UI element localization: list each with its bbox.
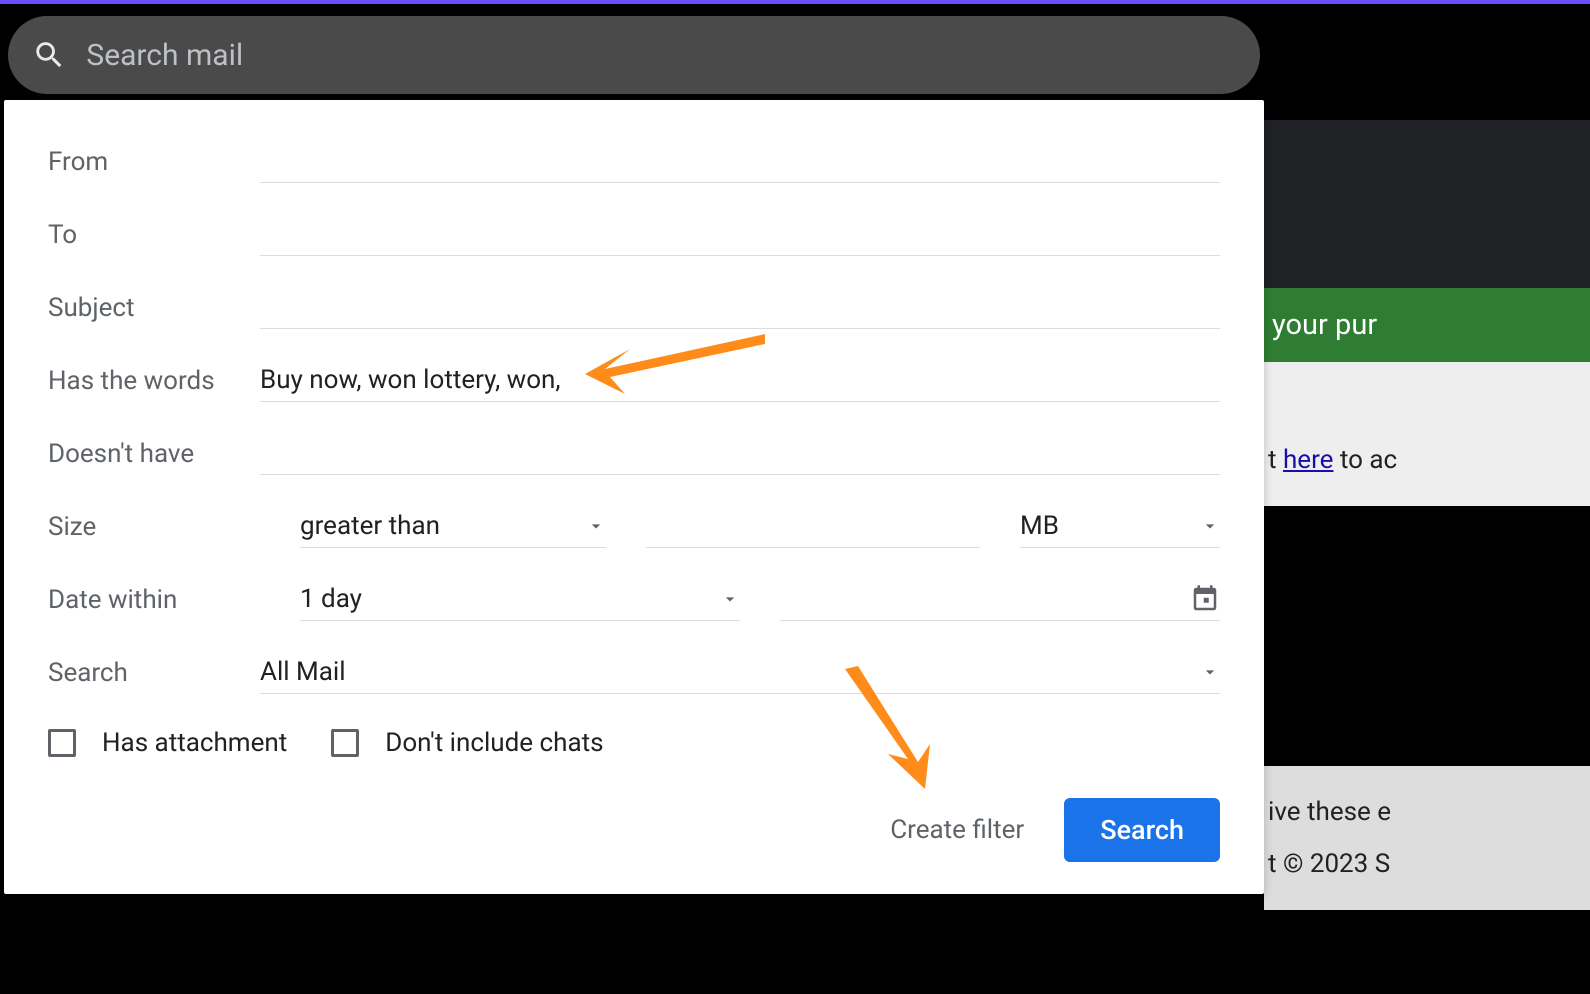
size-unit-value: MB [1020, 505, 1200, 547]
search-input[interactable] [86, 38, 1236, 73]
search-icon [32, 37, 66, 73]
from-label: From [48, 147, 260, 177]
search-button[interactable]: Search [1064, 798, 1220, 862]
search-in-select[interactable]: All Mail [260, 651, 1220, 694]
has-attachment-checkbox[interactable] [48, 729, 76, 757]
size-value-input[interactable] [646, 505, 980, 548]
to-input[interactable] [260, 213, 1220, 256]
subject-input[interactable] [260, 286, 1220, 329]
bg-here-link[interactable]: here [1283, 445, 1333, 475]
has-words-label: Has the words [48, 366, 260, 396]
size-operator-value: greater than [300, 505, 586, 547]
chevron-down-icon [586, 516, 606, 536]
size-label: Size [48, 512, 260, 542]
create-filter-link[interactable]: Create filter [890, 815, 1024, 845]
to-label: To [48, 220, 260, 250]
search-in-label: Search [48, 658, 260, 688]
date-within-label: Date within [48, 585, 260, 615]
search-bar[interactable] [8, 16, 1260, 94]
size-unit-select[interactable]: MB [1020, 505, 1220, 548]
chevron-down-icon [1200, 516, 1220, 536]
date-of-input[interactable] [780, 578, 1220, 621]
doesnt-have-label: Doesn't have [48, 439, 260, 469]
has-attachment-label: Has attachment [102, 728, 287, 758]
advanced-search-panel: From To Subject Has the words Doesn't ha… [4, 100, 1264, 894]
calendar-icon [1190, 584, 1220, 614]
doesnt-have-input[interactable] [260, 432, 1220, 475]
background-email-content: your pur t here to ac ive these e t © 20… [1264, 120, 1590, 910]
from-input[interactable] [260, 140, 1220, 183]
dont-include-chats-label: Don't include chats [385, 728, 603, 758]
dont-include-chats-checkbox[interactable] [331, 729, 359, 757]
has-words-input[interactable] [260, 359, 1220, 402]
size-operator-select[interactable]: greater than [300, 505, 606, 548]
date-range-value: 1 day [300, 578, 720, 620]
subject-label: Subject [48, 293, 260, 323]
bg-green-banner: your pur [1264, 288, 1590, 362]
search-in-value: All Mail [260, 651, 1200, 693]
bg-text-area: t here to ac [1264, 362, 1590, 506]
chevron-down-icon [720, 589, 740, 609]
date-range-select[interactable]: 1 day [300, 578, 740, 621]
chevron-down-icon [1200, 662, 1220, 682]
bg-footer: ive these e t © 2023 S [1264, 766, 1590, 910]
